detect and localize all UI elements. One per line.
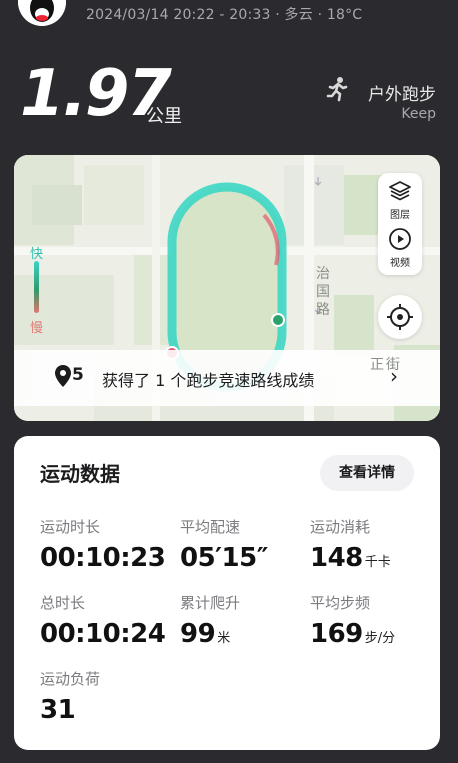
- stat-value: 148: [310, 543, 363, 573]
- running-person-icon: [326, 77, 348, 102]
- penguin-avatar-icon: [18, 0, 66, 26]
- activity-meta: 2024/03/14 20:22 - 20:33 · 多云 · 18°C: [86, 7, 363, 23]
- layers-label: 图层: [390, 210, 410, 221]
- view-details-button[interactable]: 查看详情: [320, 455, 414, 491]
- stat-unit: 米: [217, 631, 231, 646]
- stats-card: 运动数据 查看详情 运动时长 00:10:23 平均配速 05′15″ 运动消耗…: [14, 436, 440, 750]
- stat-label: 平均步频: [310, 594, 371, 612]
- sport-type: 户外跑步: [368, 85, 436, 105]
- stat-item: 平均配速 05′15″: [180, 516, 268, 571]
- stat-label: 平均配速: [180, 518, 241, 536]
- road-label: 治: [316, 266, 330, 282]
- stat-item: 运动消耗 148 千卡: [310, 516, 391, 571]
- stat-item: 总时长 00:10:24: [40, 592, 166, 649]
- stat-label: 运动消耗: [310, 518, 371, 536]
- chevron-right-icon: ›: [390, 364, 398, 388]
- stat-unit: 千卡: [364, 555, 391, 570]
- route-end-marker: [271, 313, 285, 327]
- stat-value: 00:10:24: [40, 619, 166, 649]
- layers-button[interactable]: 图层: [378, 179, 422, 221]
- route-badge-count: 5: [72, 365, 84, 385]
- stat-label: 总时长: [40, 594, 86, 612]
- speed-slow-label: 慢: [30, 321, 44, 336]
- video-button[interactable]: 视频: [378, 227, 422, 269]
- stat-label: 累计爬升: [180, 594, 241, 612]
- stat-value: 05′15″: [180, 543, 268, 573]
- speed-fast-label: 快: [30, 247, 44, 262]
- locate-button[interactable]: [378, 295, 422, 339]
- avatar[interactable]: [18, 0, 66, 26]
- stats-title: 运动数据: [40, 462, 120, 486]
- stat-label: 运动负荷: [40, 670, 101, 688]
- route-achievement-banner[interactable]: 5 正 街 获得了 1 个跑步竞速路线成绩 ›: [14, 350, 440, 406]
- stat-value: 31: [40, 695, 76, 725]
- map-tools-panel: 图层 视频: [378, 173, 422, 275]
- road-label: 路: [316, 302, 330, 318]
- road-label: 正: [370, 357, 384, 373]
- layers-icon: [389, 181, 411, 201]
- stat-item: 运动负荷 31: [40, 668, 100, 723]
- stat-item: 累计爬升 99 米: [180, 592, 240, 647]
- stat-item: 平均步频 169 步/分: [310, 592, 395, 647]
- video-label: 视频: [390, 258, 410, 269]
- stat-value: 169: [310, 619, 363, 649]
- data-source: Keep: [401, 106, 436, 122]
- stat-unit: 步/分: [364, 631, 396, 646]
- speed-gradient-bar: [34, 261, 39, 313]
- locate-icon: [387, 304, 413, 330]
- play-video-icon: [389, 228, 411, 250]
- stat-item: 运动时长 00:10:23: [40, 516, 166, 573]
- route-map[interactable]: 治 国 路 快 慢 图层 视频 5 正 街 获得了 1 个跑步竞速路线成绩 ›: [14, 155, 440, 421]
- stat-value: 99: [180, 619, 216, 649]
- route-achievement-text: 获得了 1 个跑步竞速路线成绩: [102, 371, 315, 390]
- stat-value: 00:10:23: [40, 543, 166, 573]
- road-label: 国: [316, 284, 330, 300]
- distance-unit: 公里: [146, 106, 182, 127]
- stat-label: 运动时长: [40, 518, 101, 536]
